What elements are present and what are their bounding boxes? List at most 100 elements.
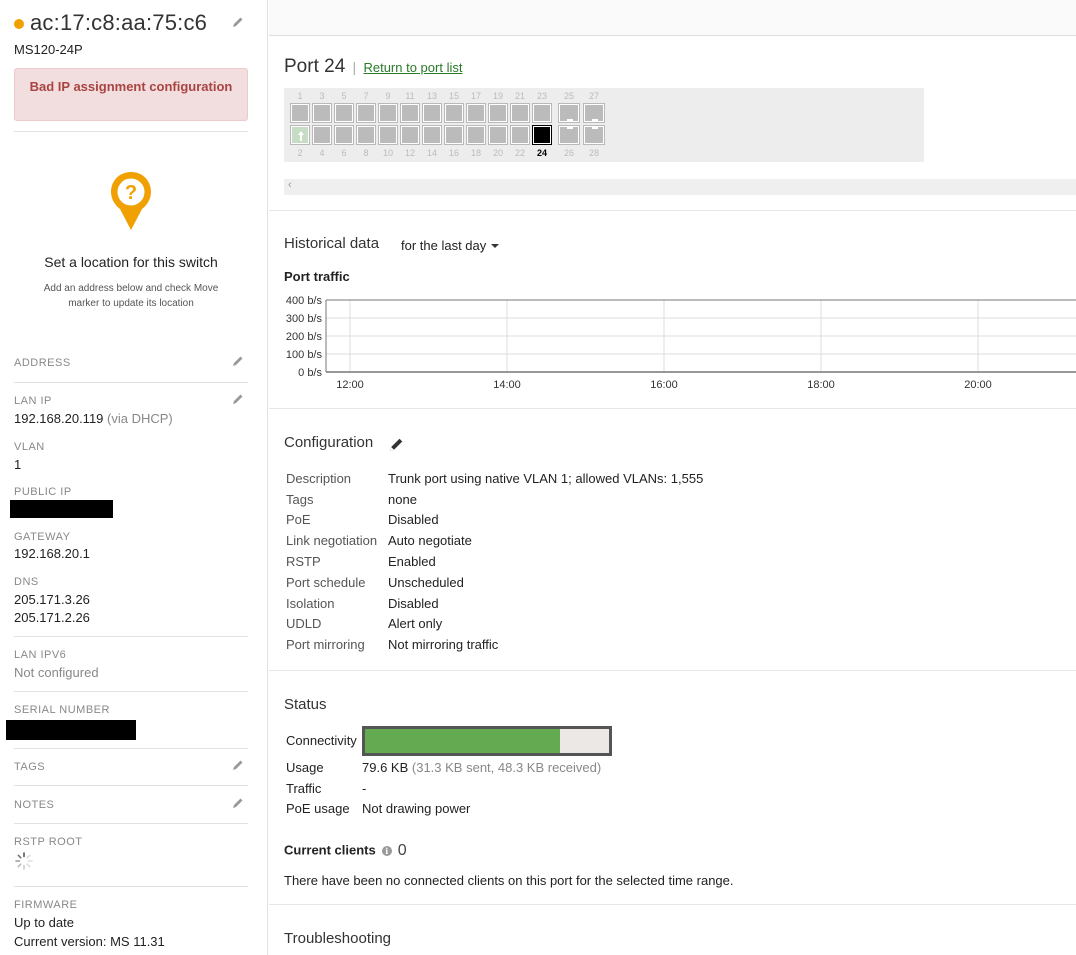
edit-notes-icon[interactable] [232,797,244,809]
port-6[interactable] [334,125,354,145]
uplink-arrow-icon [292,127,308,143]
config-key: UDLD [286,616,322,632]
info-icon[interactable]: i [381,846,392,856]
x-tick-label: 12:00 [336,379,364,391]
config-row: Port mirroring Not mirroring traffic [286,634,703,655]
edit-tags-icon[interactable] [232,759,244,771]
y-tick-label: 0 b/s [298,367,322,379]
port-number: 18 [470,148,481,158]
sfp-port-28[interactable] [583,125,605,145]
selected-port-number: 24 [536,148,547,158]
sfp-port-26[interactable] [558,125,580,145]
configuration-title: Configuration [284,434,374,451]
public-ip-redacted [10,500,113,518]
port-10[interactable] [378,125,398,145]
port-jack-icon [468,105,484,121]
loading-spinner-icon [15,852,33,870]
dns-primary: 205.171.3.26 [14,592,90,607]
port-12[interactable] [400,125,420,145]
edit-name-icon[interactable] [232,16,244,28]
port-18[interactable] [466,125,486,145]
port-15[interactable] [444,103,464,123]
current-clients-header: Current clients i 0 [284,842,407,860]
port-number: 8 [363,148,369,158]
sfp-port-25[interactable] [558,103,580,123]
port-number: 23 [536,91,547,101]
sfp-slot-icon [560,105,578,121]
port-13[interactable] [422,103,442,123]
edit-lan-ip-icon[interactable] [232,393,244,405]
poe-usage-label: PoE usage [286,801,350,816]
edit-address-icon[interactable] [232,355,244,367]
sfp-slot-icon [585,127,603,143]
gateway-label: GATEWAY [14,531,71,543]
port-17[interactable] [466,103,486,123]
divider [269,904,1076,905]
port-jack-icon [336,127,352,143]
port-5[interactable] [334,103,354,123]
ipv6-label: LAN IPV6 [14,649,67,661]
port-jack-icon [336,105,352,121]
port-20[interactable] [488,125,508,145]
lan-ip-value: 192.168.20.119 (via DHCP) [14,411,173,426]
port-number: 19 [492,91,503,101]
config-row: PoE Disabled [286,510,703,531]
port-3[interactable] [312,103,332,123]
tags-label: TAGS [14,761,46,773]
svg-text:?: ? [125,182,137,204]
divider [14,748,248,749]
port-number: 28 [588,148,599,158]
x-tick-label: 16:00 [650,379,678,391]
connectivity-bar[interactable] [362,726,612,756]
port-number: 4 [319,148,325,158]
device-sidebar: ac:17:c8:aa:75:c6 MS120-24P Bad IP assig… [0,0,268,955]
time-range-dropdown[interactable]: for the last day [401,238,500,253]
usage-value: 79.6 KB [362,760,409,775]
port-number: 12 [404,148,415,158]
port-16[interactable] [444,125,464,145]
port-jack-icon [358,127,374,143]
port-9[interactable] [378,103,398,123]
notes-label: NOTES [14,799,55,811]
port-jack-icon [380,105,396,121]
time-range-value: for the last day [401,238,487,253]
port-number: 5 [341,91,347,101]
port-number: 20 [492,148,503,158]
config-row: Description Trunk port using native VLAN … [286,468,703,489]
sfp-port-27[interactable] [583,103,605,123]
port-23[interactable] [532,103,552,123]
config-row: UDLD Alert only [286,614,703,635]
title-separator: | [352,59,357,75]
scroll-left-icon[interactable]: ‹ [288,179,292,191]
port-21[interactable] [510,103,530,123]
port-2[interactable] [290,125,310,145]
port-number: 21 [514,91,525,101]
port-traffic-chart: 0 b/s 100 b/s 200 b/s 300 b/s 400 b/s 12:00 14… [286,295,1076,391]
historical-data-title: Historical data [284,235,380,252]
current-clients-title: Current clients [284,842,376,858]
alert-bad-ip: Bad IP assignment configuration [14,68,248,121]
port-jack-icon [534,127,550,143]
edit-configuration-icon[interactable] [389,437,404,452]
port-4[interactable] [312,125,332,145]
port-number: 3 [319,91,325,101]
port-11[interactable] [400,103,420,123]
port-number: 27 [588,91,599,101]
port-jack-icon [314,127,330,143]
port-7[interactable] [356,103,376,123]
port-map-scrollbar[interactable]: ‹ [284,179,1076,195]
port-8[interactable] [356,125,376,145]
port-1[interactable] [290,103,310,123]
port-jack-icon [402,127,418,143]
port-24[interactable] [532,125,552,145]
port-22[interactable] [510,125,530,145]
port-jack-icon [512,127,528,143]
troubleshooting-title: Troubleshooting [284,930,392,947]
port-14[interactable] [422,125,442,145]
port-number: 17 [470,91,481,101]
traffic-label: Traffic [286,781,322,796]
port-19[interactable] [488,103,508,123]
port-number: 16 [448,148,459,158]
return-to-port-list-link[interactable]: Return to port list [363,60,462,75]
port-header: Port 24 | Return to port list [284,56,462,78]
